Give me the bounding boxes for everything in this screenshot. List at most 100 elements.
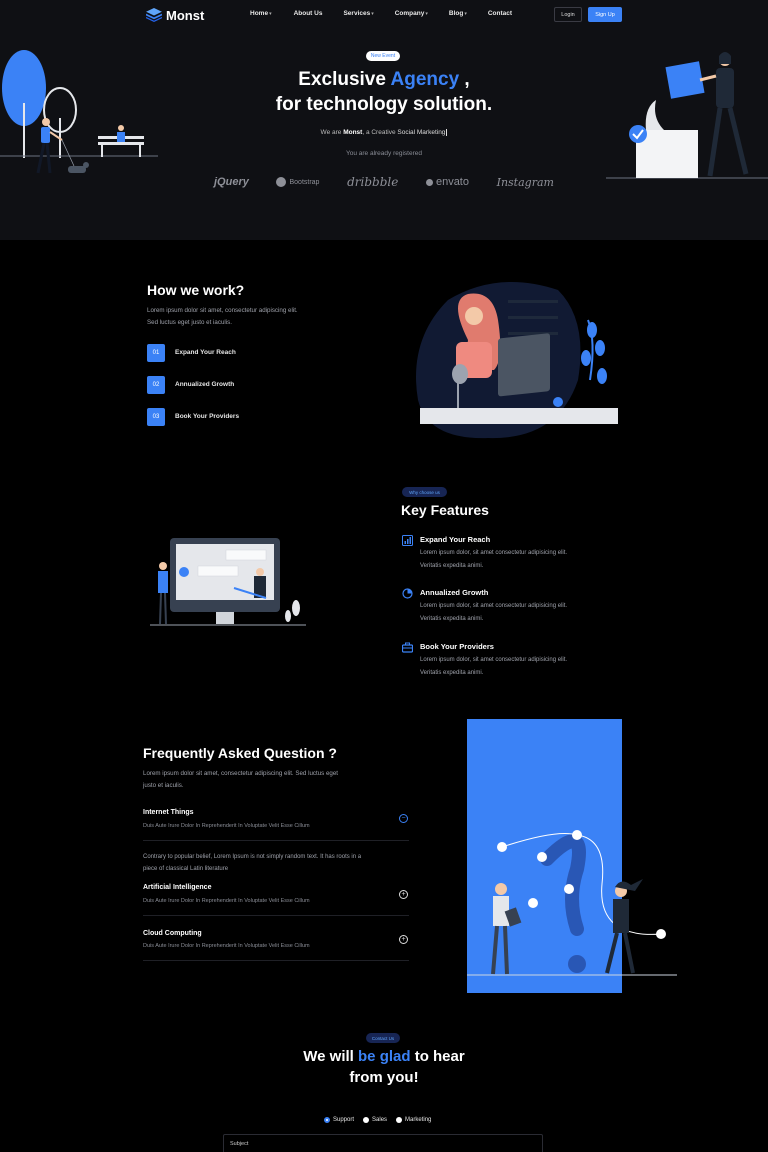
bootstrap-icon [276, 177, 287, 187]
brand-jquery: jQuery [214, 176, 249, 188]
new-event-badge: New Event [366, 51, 400, 61]
faq-answer: Contrary to popular belief, Lorem Ipsum … [143, 852, 413, 875]
faq-question-detail: Duis Aute Irure Dolor In Reprehenderit I… [143, 823, 310, 829]
radio-label: Sales [372, 1117, 388, 1123]
chevron-down-icon: ▾ [371, 11, 374, 17]
radio-label: Marketing [405, 1117, 432, 1123]
briefcase-icon [402, 642, 413, 653]
collapse-icon[interactable]: − [399, 814, 408, 823]
faq-question: Cloud Computing [143, 930, 202, 937]
brand-instagram: Instagram [496, 175, 554, 189]
radio-label: Support [333, 1117, 355, 1123]
faq-description: Lorem ipsum dolor sit amet, consectetur … [143, 768, 403, 791]
chevron-down-icon: ▾ [464, 11, 467, 17]
faq-answer-line: piece of classical Latin literature [143, 865, 229, 872]
brand-bootstrap: Bootstrap [276, 177, 319, 187]
description-line: Lorem ipsum dolor sit amet, consectetur … [147, 307, 298, 314]
main-menu: Home▾ About Us Services▾ Company▾ Blog▾ … [250, 10, 512, 17]
pie-chart-icon [402, 588, 413, 599]
envato-icon [425, 178, 433, 186]
faq-question-detail: Duis Aute Irure Dolor In Reprehenderit I… [143, 943, 310, 949]
feature-description-line: Lorem ipsum dolor, sit amet consectetur … [420, 603, 568, 609]
contact-topic-options: Support Sales Marketing [324, 1117, 431, 1123]
how-we-work-description: Lorem ipsum dolor sit amet, consectetur … [147, 305, 347, 328]
step-label-3: Book Your Providers [175, 413, 240, 420]
feature-description-2: Lorem ipsum dolor, sit amet consectetur … [420, 600, 620, 625]
brand-dribbble: dribbble [347, 175, 399, 189]
faq-divider [143, 915, 409, 916]
nav-item-label: Company [394, 10, 425, 17]
hero-subtitle-text: , a Creative [362, 129, 398, 136]
step-number-3: 03 [147, 408, 165, 426]
expand-icon[interactable]: + [399, 935, 408, 944]
faq-divider [143, 960, 409, 961]
how-we-work-title: How we work? [147, 282, 245, 298]
feature-description-line: Lorem ipsum dolor, sit amet consectetur … [420, 550, 568, 556]
step-label-1: Expand Your Reach [175, 349, 236, 356]
bar-chart-icon [402, 535, 413, 546]
top-navbar: Monst Home▾ About Us Services▾ Company▾ … [146, 6, 622, 24]
feature-title-1: Expand Your Reach [420, 535, 491, 544]
hero-title-highlight: Agency [390, 69, 460, 90]
nav-item-contact[interactable]: Contact [488, 10, 512, 17]
feature-description-line: Veritatis expedita animi. [420, 669, 484, 676]
brand-label: Bootstrap [289, 178, 320, 186]
why-choose-us-badge: Why choose us [402, 487, 447, 497]
faq-question-detail: Duis Aute Irure Dolor In Reprehenderit I… [143, 898, 310, 904]
signup-button[interactable]: Sign Up [588, 7, 622, 22]
feature-description-line: Veritatis expedita animi. [420, 615, 484, 622]
logo-text: Monst [166, 7, 205, 23]
faq-question: Artificial Intelligence [143, 884, 212, 891]
description-line: justo et iaculis. [143, 781, 184, 789]
feature-title-3: Book Your Providers [420, 642, 494, 651]
radio-sales[interactable]: Sales [363, 1117, 387, 1123]
delivery-illustration [606, 52, 768, 179]
step-label-2: Annualized Growth [175, 381, 235, 388]
faq-answer-line: Contrary to popular belief, Lorem Ipsum … [143, 854, 362, 860]
brand-label: envato [435, 176, 469, 188]
chevron-down-icon: ▾ [425, 11, 428, 17]
hero-title-text: , [459, 69, 470, 90]
faq-title: Frequently Asked Question ? [143, 745, 337, 761]
radio-support[interactable]: Support [324, 1117, 354, 1123]
feature-description-line: Veritatis expedita animi. [420, 562, 484, 569]
chevron-down-icon: ▾ [269, 11, 272, 17]
brand-envato: envato [425, 176, 469, 188]
key-features-title: Key Features [401, 502, 489, 518]
faq-question: Internet Things [143, 809, 194, 816]
hero-section: Monst Home▾ About Us Services▾ Company▾ … [0, 0, 768, 240]
faq-divider [143, 840, 409, 841]
radio-unchecked-icon [363, 1117, 370, 1123]
description-line: Sed luctus eget justo et iaculis. [147, 318, 232, 326]
radio-checked-icon [324, 1117, 330, 1123]
contact-title-text: to hear [410, 1048, 465, 1065]
nav-item-label: Contact [487, 10, 513, 17]
nav-item-about[interactable]: About Us [294, 10, 323, 17]
hero-subtitle-text: We are [320, 129, 344, 136]
hero-subtitle-brand: Monst [343, 129, 363, 136]
feature-description-line: Lorem ipsum dolor, sit amet consectetur … [420, 657, 568, 663]
team-dashboard-illustration [150, 538, 306, 626]
login-button[interactable]: Login [554, 7, 582, 22]
nav-item-blog[interactable]: Blog▾ [449, 10, 467, 17]
contact-title-text: We will [303, 1048, 359, 1065]
contact-us-badge: Contact Us [366, 1033, 400, 1043]
hero-subtitle-typed: Social Marketing [397, 129, 448, 136]
question-illustration [467, 719, 677, 993]
nav-item-home[interactable]: Home▾ [250, 10, 272, 17]
brand-logos: jQuery Bootstrap dribbble envato Instagr… [214, 172, 554, 192]
logo[interactable]: Monst [146, 8, 204, 23]
nav-item-company[interactable]: Company▾ [395, 10, 428, 17]
nav-item-label: About Us [293, 10, 323, 17]
nav-item-label: Home [250, 10, 269, 17]
feature-title-2: Annualized Growth [420, 588, 489, 597]
subject-input[interactable]: Subject [223, 1134, 543, 1152]
nav-item-services[interactable]: Services▾ [343, 10, 373, 17]
logo-icon [146, 8, 162, 22]
radio-unchecked-icon [396, 1117, 403, 1123]
nav-item-label: Services [343, 10, 371, 17]
contact-title-line2: from you! [349, 1069, 419, 1086]
expand-icon[interactable]: + [399, 890, 408, 899]
radio-marketing[interactable]: Marketing [396, 1117, 431, 1123]
contact-title-highlight: be glad [358, 1048, 411, 1065]
